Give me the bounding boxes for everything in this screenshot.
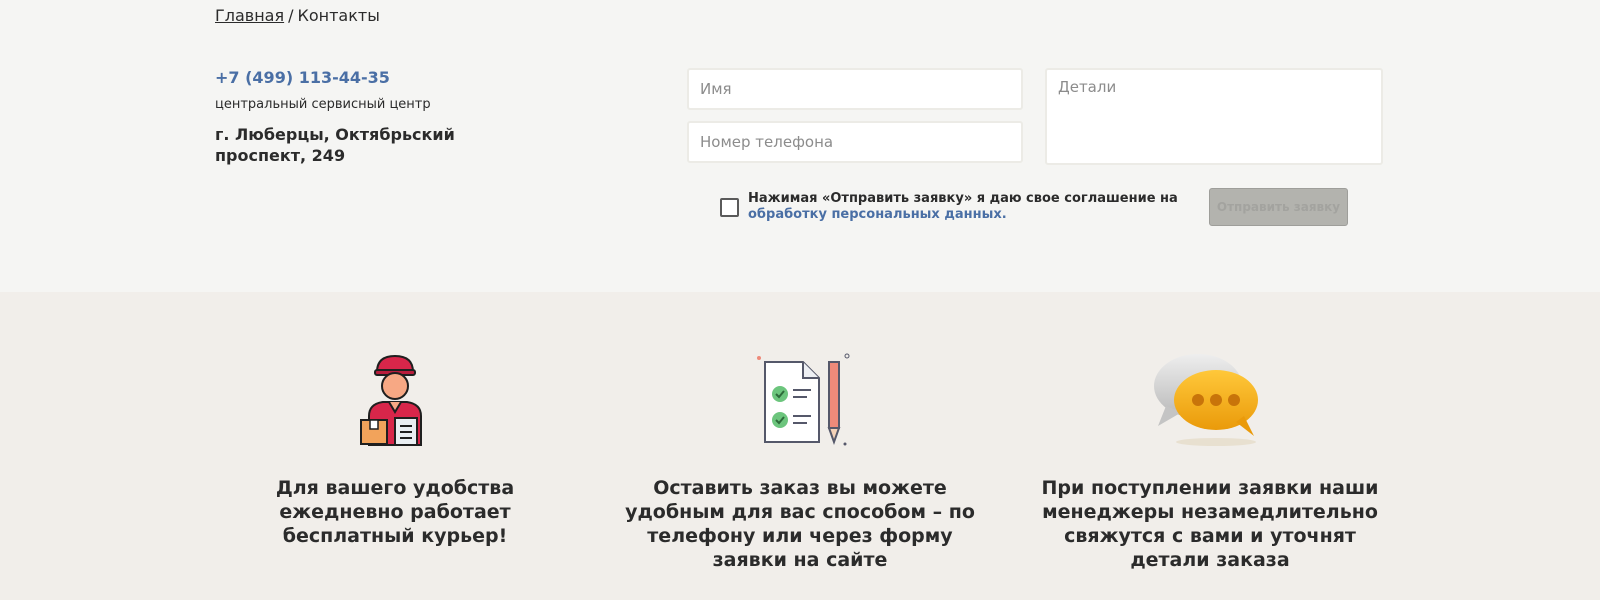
name-input[interactable] (687, 68, 1023, 110)
chat-bubbles-icon (1030, 350, 1390, 450)
consent-label: Нажимая «Отправить заявку» я даю свое со… (748, 191, 1178, 206)
feature-courier: Для вашего удобства ежедневно работает б… (215, 350, 575, 548)
breadcrumb: Главная / Контакты (215, 6, 380, 25)
address: г. Люберцы, Октябрьский проспект, 249 (215, 125, 455, 165)
courier-icon (215, 350, 575, 450)
feature-caption: Оставить заказ вы можете удобным для вас… (625, 477, 975, 571)
feature-caption: При поступлении заявки наши менеджеры не… (1041, 477, 1379, 571)
contact-phone-link[interactable]: +7 (499) 113-44-35 (215, 68, 390, 87)
phone-input[interactable] (687, 121, 1023, 163)
service-center-label: центральный сервисный центр (215, 97, 431, 112)
breadcrumb-current: Контакты (297, 6, 380, 25)
consent-text: Нажимая «Отправить заявку» я даю свое со… (748, 191, 1178, 223)
feature-caption: Для вашего удобства ежедневно работает б… (275, 477, 515, 547)
consent-checkbox[interactable] (720, 198, 739, 217)
feature-callback: При поступлении заявки наши менеджеры не… (1030, 350, 1390, 572)
details-textarea[interactable] (1045, 68, 1383, 165)
submit-button[interactable]: Отправить заявку (1209, 188, 1348, 226)
breadcrumb-home-link[interactable]: Главная (215, 6, 284, 25)
document-pencil-icon (620, 350, 980, 450)
privacy-policy-link[interactable]: обработку персональных данных. (748, 207, 1007, 222)
breadcrumb-separator: / (288, 6, 294, 25)
feature-order: Оставить заказ вы можете удобным для вас… (620, 350, 980, 572)
